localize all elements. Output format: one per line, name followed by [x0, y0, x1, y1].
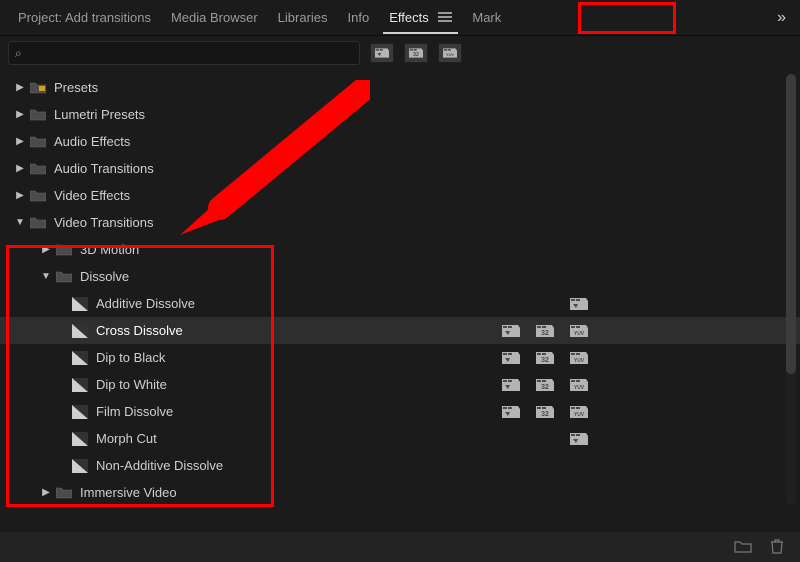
- folder-label: Dissolve: [80, 269, 790, 284]
- folder-label: Presets: [54, 80, 790, 95]
- effect-label: Non-Additive Dissolve: [96, 458, 790, 473]
- filter-32bit-button[interactable]: [404, 43, 428, 63]
- folder-label: Audio Transitions: [54, 161, 790, 176]
- filter-yuv-button[interactable]: [438, 43, 462, 63]
- accelerated-badge-icon: [500, 349, 522, 367]
- accelerated-badge-icon: [568, 430, 590, 448]
- folder-icon: [30, 216, 48, 229]
- yuv-badge-icon: [568, 376, 590, 394]
- accelerated-badge-icon: [500, 376, 522, 394]
- folder-label: Immersive Video: [80, 485, 790, 500]
- effect-additive-dissolve[interactable]: Additive Dissolve: [0, 290, 800, 317]
- effect-non-additive-dissolve[interactable]: Non-Additive Dissolve: [0, 452, 800, 479]
- tab-markers[interactable]: Mark: [462, 2, 511, 33]
- folder-immersive-video[interactable]: ▶ Immersive Video: [0, 479, 800, 506]
- folder-video-transitions[interactable]: ▼ Video Transitions: [0, 209, 800, 236]
- tab-project[interactable]: Project: Add transitions: [8, 2, 161, 33]
- search-wrap: ⌕: [8, 41, 360, 65]
- search-row: ⌕: [0, 36, 800, 70]
- folder-icon: [30, 135, 48, 148]
- tab-effects[interactable]: Effects: [379, 2, 462, 33]
- effect-morph-cut[interactable]: Morph Cut: [0, 425, 800, 452]
- search-icon: ⌕: [15, 46, 22, 61]
- preset-folder-icon: [30, 81, 48, 94]
- folder-icon: [30, 189, 48, 202]
- panel-menu-icon[interactable]: [438, 12, 452, 22]
- transition-icon: [72, 378, 88, 392]
- yuv-badge-icon: [568, 349, 590, 367]
- tab-info[interactable]: Info: [338, 2, 380, 33]
- folder-dissolve[interactable]: ▼ Dissolve: [0, 263, 800, 290]
- chevron-right-icon[interactable]: ▶: [14, 163, 26, 174]
- filter-accelerated-button[interactable]: [370, 43, 394, 63]
- 32bit-badge-icon: [534, 376, 556, 394]
- chevron-right-icon[interactable]: ▶: [14, 136, 26, 147]
- effect-cross-dissolve[interactable]: Cross Dissolve: [0, 317, 800, 344]
- chevron-right-icon[interactable]: ▶: [14, 109, 26, 120]
- accelerated-badge-icon: [500, 403, 522, 421]
- effect-dip-to-black[interactable]: Dip to Black: [0, 344, 800, 371]
- accelerated-badge-icon: [500, 322, 522, 340]
- panel-tabs: Project: Add transitions Media Browser L…: [0, 0, 800, 36]
- folder-3d-motion[interactable]: ▶ 3D Motion: [0, 236, 800, 263]
- effect-label: Cross Dissolve: [96, 323, 500, 338]
- transition-icon: [72, 459, 88, 473]
- chevron-down-icon[interactable]: ▼: [40, 271, 52, 282]
- folder-icon: [56, 486, 74, 499]
- search-input[interactable]: [26, 46, 353, 60]
- scrollbar[interactable]: [786, 74, 796, 504]
- folder-label: Lumetri Presets: [54, 107, 790, 122]
- folder-label: Video Effects: [54, 188, 790, 203]
- folder-label: 3D Motion: [80, 242, 790, 257]
- folder-presets[interactable]: ▶ Presets: [0, 74, 800, 101]
- folder-icon: [56, 243, 74, 256]
- tab-media-browser[interactable]: Media Browser: [161, 2, 268, 33]
- transition-icon: [72, 351, 88, 365]
- transition-icon: [72, 324, 88, 338]
- 32bit-badge-icon: [534, 349, 556, 367]
- yuv-badge-icon: [568, 403, 590, 421]
- chevron-right-icon[interactable]: ▶: [14, 190, 26, 201]
- folder-icon: [30, 108, 48, 121]
- folder-icon: [30, 162, 48, 175]
- effect-film-dissolve[interactable]: Film Dissolve: [0, 398, 800, 425]
- yuv-badge-icon: [568, 322, 590, 340]
- folder-lumetri-presets[interactable]: ▶ Lumetri Presets: [0, 101, 800, 128]
- bottom-bar: [0, 532, 800, 562]
- folder-video-effects[interactable]: ▶ Video Effects: [0, 182, 800, 209]
- chevron-right-icon[interactable]: ▶: [40, 487, 52, 498]
- trash-icon[interactable]: [770, 538, 784, 557]
- effect-dip-to-white[interactable]: Dip to White: [0, 371, 800, 398]
- folder-audio-transitions[interactable]: ▶ Audio Transitions: [0, 155, 800, 182]
- chevron-right-icon[interactable]: ▶: [40, 244, 52, 255]
- chevron-right-icon[interactable]: ▶: [14, 82, 26, 93]
- overflow-chevrons-icon[interactable]: »: [771, 5, 792, 31]
- effects-tree: ▶ Presets ▶ Lumetri Presets ▶ Audio Effe…: [0, 70, 800, 506]
- transition-icon: [72, 405, 88, 419]
- folder-label: Video Transitions: [54, 215, 790, 230]
- effect-label: Film Dissolve: [96, 404, 500, 419]
- 32bit-badge-icon: [534, 403, 556, 421]
- scroll-thumb[interactable]: [786, 74, 796, 374]
- folder-audio-effects[interactable]: ▶ Audio Effects: [0, 128, 800, 155]
- accelerated-badge-icon: [568, 295, 590, 313]
- 32bit-badge-icon: [534, 322, 556, 340]
- folder-icon: [56, 270, 74, 283]
- effect-label: Morph Cut: [96, 431, 568, 446]
- effect-label: Dip to Black: [96, 350, 500, 365]
- chevron-down-icon[interactable]: ▼: [14, 217, 26, 228]
- new-bin-icon[interactable]: [734, 539, 752, 556]
- effect-label: Dip to White: [96, 377, 500, 392]
- folder-label: Audio Effects: [54, 134, 790, 149]
- tab-effects-label: Effects: [389, 10, 429, 25]
- transition-icon: [72, 432, 88, 446]
- effect-label: Additive Dissolve: [96, 296, 568, 311]
- tab-libraries[interactable]: Libraries: [268, 2, 338, 33]
- transition-icon: [72, 297, 88, 311]
